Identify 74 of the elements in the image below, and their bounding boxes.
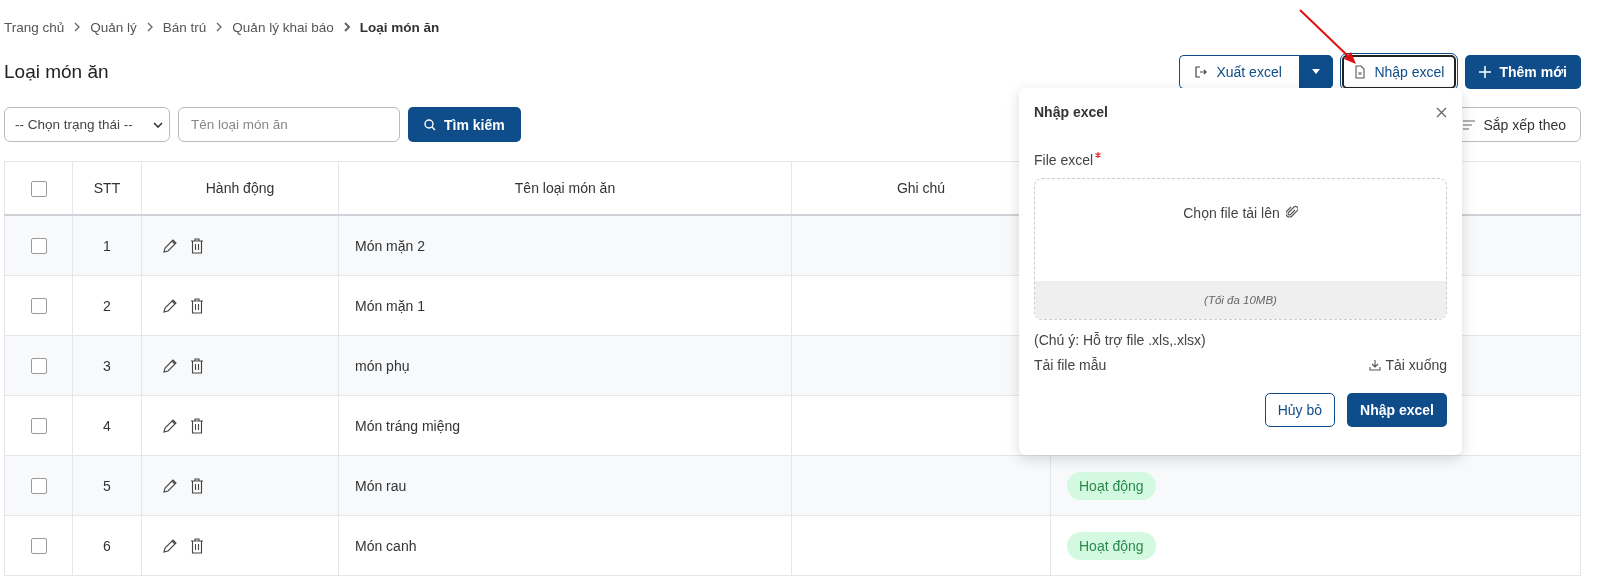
breadcrumb-item[interactable]: Bán trú <box>162 19 207 35</box>
search-icon <box>424 118 436 131</box>
column-header: Hành động <box>205 180 275 196</box>
table-cell: Món mặn 1 <box>355 297 426 314</box>
dialog-title: Nhập excel <box>1034 104 1108 120</box>
paperclip-icon <box>1285 205 1298 219</box>
table-cell: món phụ <box>355 357 410 374</box>
checkbox[interactable] <box>30 538 47 555</box>
upload-area[interactable]: Chọn file tải lên (Tối đa 10MB) <box>1034 178 1447 320</box>
chevron-icon <box>342 22 351 32</box>
caret-icon <box>1311 69 1322 75</box>
table-cell: 6 <box>103 537 111 554</box>
template-label: Tải file mẫu <box>1034 357 1107 373</box>
chevron-icon <box>73 22 82 32</box>
pencil-icon[interactable] <box>162 238 178 255</box>
table-cell: Món mặn 2 <box>355 237 426 254</box>
table-cell: 4 <box>103 417 111 434</box>
export-icon <box>1194 65 1209 79</box>
upload-label: Chọn file tải lên <box>1183 205 1280 221</box>
cancel-button[interactable]: Hủy bỏ <box>1264 393 1336 427</box>
status-tag: Hoạt động <box>1067 531 1156 560</box>
pencil-icon[interactable] <box>162 418 178 435</box>
chevron-down-icon <box>153 121 163 128</box>
pencil-icon[interactable] <box>162 478 178 495</box>
trash-icon[interactable] <box>190 238 204 255</box>
table-cell: 1 <box>103 237 111 254</box>
add-button[interactable]: Thêm mới <box>1465 55 1581 89</box>
chevron-icon <box>215 22 224 32</box>
submit-button[interactable]: Nhập excel <box>1347 393 1447 427</box>
trash-icon[interactable] <box>190 478 204 495</box>
search-field[interactable]: Tên loại món ăn <box>178 107 400 142</box>
export-button[interactable]: Xuất excel <box>1179 55 1300 89</box>
chevron-icon <box>145 22 154 32</box>
trash-icon[interactable] <box>190 418 204 435</box>
search-button[interactable]: Tìm kiếm <box>408 107 521 142</box>
breadcrumb-item[interactable]: Trang chủ <box>4 19 65 35</box>
checkbox[interactable] <box>30 358 47 375</box>
column-header: STT <box>93 180 121 196</box>
column-header: Tên loại món ăn <box>514 180 616 196</box>
trash-icon[interactable] <box>190 358 204 375</box>
breadcrumb-item: Loại món ăn <box>359 19 440 35</box>
pencil-icon[interactable] <box>162 538 178 555</box>
pencil-icon[interactable] <box>162 298 178 315</box>
file-icon <box>1354 65 1367 79</box>
sort-icon <box>1463 119 1476 130</box>
table-cell: 3 <box>103 357 111 374</box>
checkbox[interactable] <box>30 478 47 495</box>
table-cell: Món rau <box>355 477 407 494</box>
import-button[interactable]: Nhập excel <box>1342 55 1457 89</box>
checkbox[interactable] <box>30 418 47 435</box>
field-label: File excel <box>1034 152 1094 168</box>
download-link[interactable]: Tải xuống <box>1368 357 1447 373</box>
table-cell: Món tráng miệng <box>355 417 461 434</box>
close-icon[interactable] <box>1436 106 1447 118</box>
trash-icon[interactable] <box>190 538 204 555</box>
breadcrumb-item[interactable]: Quản lý <box>90 19 137 35</box>
plus-icon <box>1479 66 1492 78</box>
size-limit: (Tối đa 10MB) <box>1204 294 1277 306</box>
column-header: Ghi chú <box>896 180 946 196</box>
checkbox[interactable] <box>30 238 47 255</box>
dropdown-button[interactable] <box>1299 55 1334 89</box>
table-cell: Món canh <box>355 537 417 554</box>
support-note: (Chú ý: Hỗ trợ file .xls,.xlsx) <box>1034 332 1207 348</box>
download-icon <box>1368 359 1381 371</box>
checkbox[interactable] <box>30 298 47 315</box>
trash-icon[interactable] <box>190 298 204 315</box>
status-select[interactable]: -- Chọn trạng thái -- <box>4 107 170 142</box>
page-title: Loại món ăn <box>4 61 109 83</box>
table-cell: 2 <box>103 297 111 314</box>
breadcrumb-item[interactable]: Quản lý khai báo <box>232 19 334 35</box>
checkbox[interactable] <box>30 180 47 197</box>
status-tag: Hoạt động <box>1067 471 1156 500</box>
table-cell: 5 <box>103 477 111 494</box>
pencil-icon[interactable] <box>162 358 178 375</box>
